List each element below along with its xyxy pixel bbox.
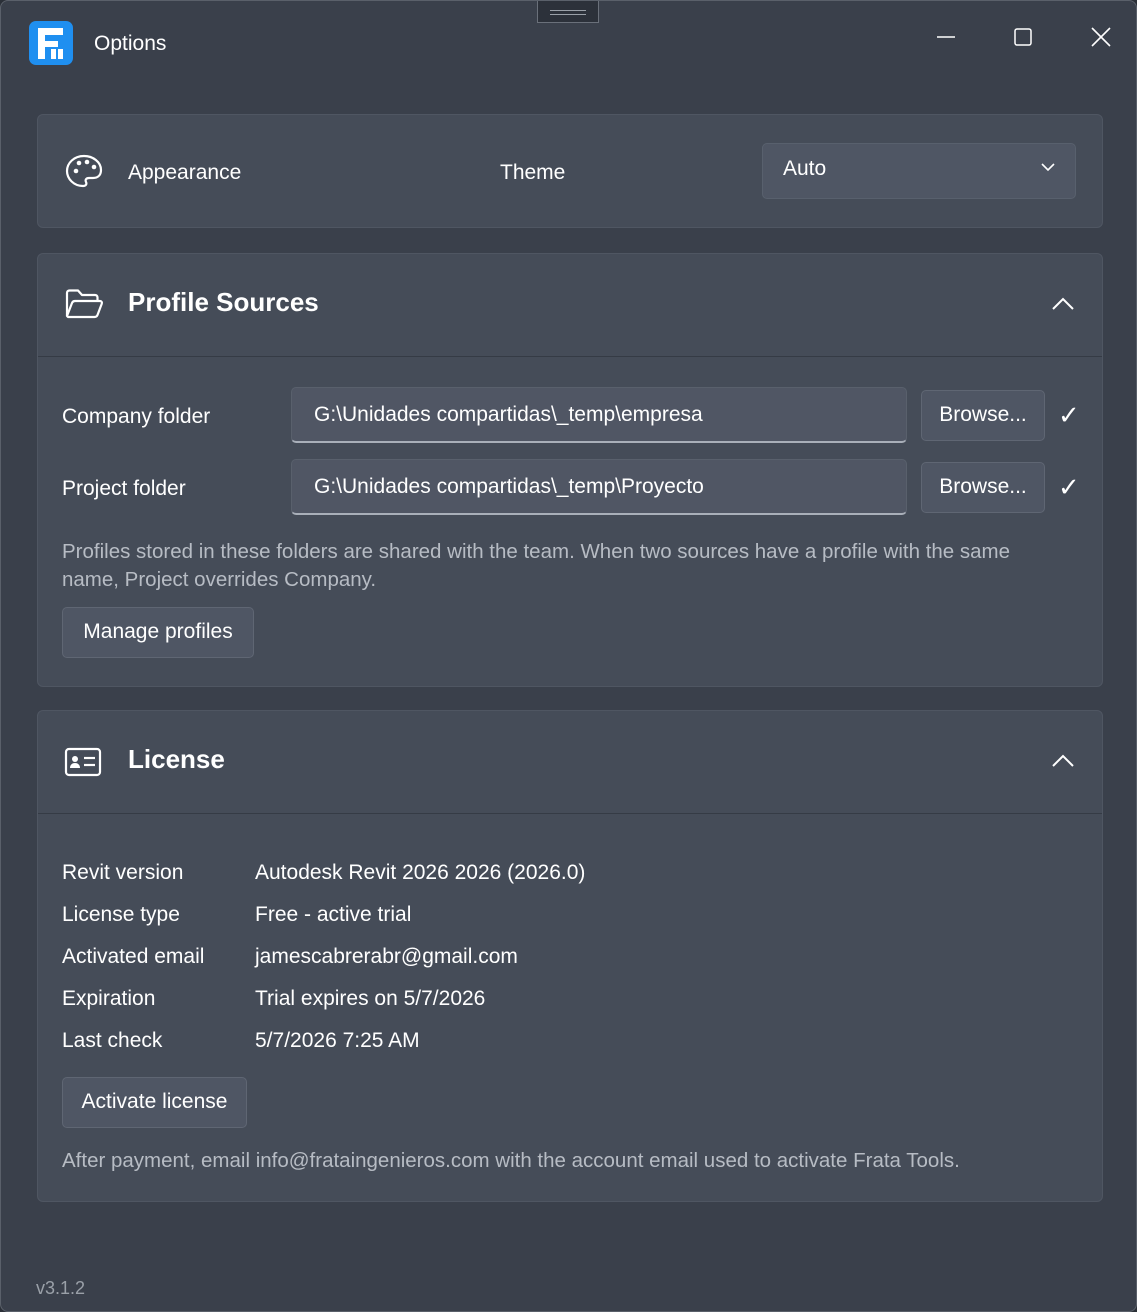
palette-icon [65,154,103,188]
revit-version-label: Revit version [62,861,184,884]
last-check-label: Last check [62,1029,163,1052]
profile-sources-title: Profile Sources [128,287,319,317]
company-folder-label: Company folder [62,405,211,428]
manage-profiles-button[interactable]: Manage profiles [62,607,254,658]
theme-label: Theme [500,161,566,184]
options-window: Options Appearance Theme Auto Profile So… [0,0,1137,1312]
last-check-value: 5/7/2026 7:25 AM [255,1029,420,1052]
folder-open-icon [65,289,104,319]
appearance-label: Appearance [128,161,242,184]
window-drag-grip[interactable] [537,1,599,23]
project-folder-label: Project folder [62,477,186,500]
profile-sources-collapse-button[interactable] [1043,284,1083,324]
section-divider [38,356,1102,357]
section-divider [38,813,1102,814]
appearance-card: Appearance Theme Auto [37,114,1103,228]
license-card: License Revit version Autodesk Revit 202… [37,710,1103,1202]
company-browse-button[interactable]: Browse... [921,390,1045,441]
profile-sources-help-text: Profiles stored in these folders are sha… [62,540,1011,591]
minimize-button[interactable] [916,15,976,59]
maximize-icon [1014,28,1032,46]
expiration-label: Expiration [62,987,156,1010]
activate-license-button[interactable]: Activate license [62,1077,247,1128]
chevron-up-icon [1052,297,1074,310]
chevron-down-icon [1041,163,1055,172]
license-type-value: Free - active trial [255,903,412,926]
minimize-icon [937,36,955,38]
close-icon [1091,27,1111,47]
license-payment-note: After payment, email info@frataingeniero… [62,1149,960,1172]
company-valid-check-icon: ✓ [1058,400,1080,430]
activated-email-value: jamescabrerabr@gmail.com [255,945,518,968]
chevron-up-icon [1052,754,1074,767]
project-browse-button[interactable]: Browse... [921,462,1045,513]
activated-email-label: Activated email [62,945,205,968]
close-button[interactable] [1071,15,1131,59]
project-folder-input[interactable] [291,459,907,515]
maximize-button[interactable] [993,15,1053,59]
license-type-label: License type [62,903,180,926]
id-card-icon [64,747,102,777]
frata-logo-icon [29,21,73,65]
app-version: v3.1.2 [36,1278,86,1298]
license-collapse-button[interactable] [1043,741,1083,781]
expiration-value: Trial expires on 5/7/2026 [255,987,486,1010]
window-title: Options [94,32,167,55]
theme-selected-value: Auto [783,157,827,180]
project-valid-check-icon: ✓ [1058,472,1080,502]
company-folder-input[interactable] [291,387,907,443]
theme-dropdown[interactable]: Auto [762,143,1076,199]
profile-sources-card: Profile Sources Company folder Browse...… [37,253,1103,687]
revit-version-value: Autodesk Revit 2026 2026 (2026.0) [255,861,586,884]
license-title: License [128,744,225,774]
